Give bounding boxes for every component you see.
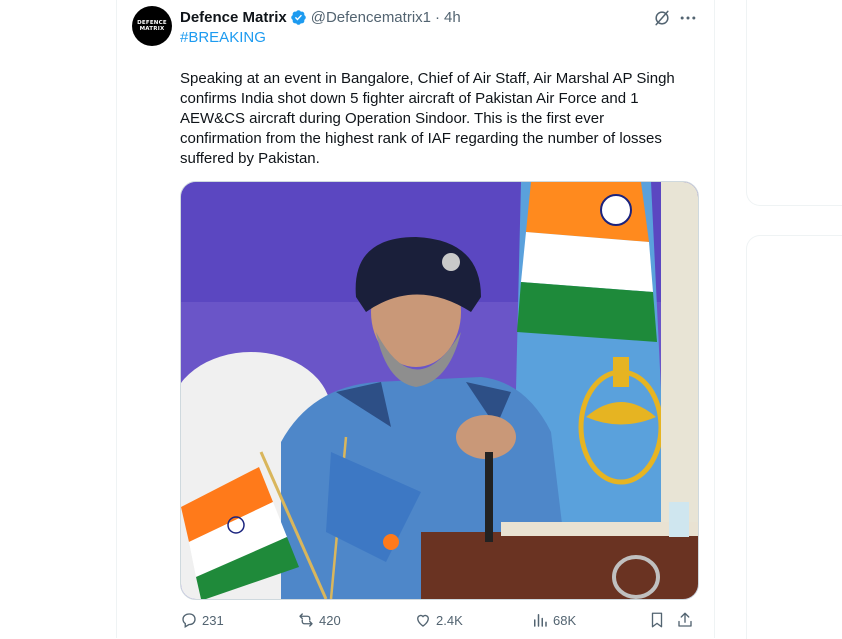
like-icon	[417, 614, 429, 627]
bookmark-icon	[651, 612, 663, 628]
share-icon	[678, 612, 692, 627]
views-button[interactable]: 68K	[531, 606, 576, 634]
timeline-border-left	[116, 0, 117, 638]
tweet-text: Speaking at an event in Bangalore, Chief…	[180, 70, 675, 167]
repost-button[interactable]: 420	[297, 606, 341, 634]
sidebar-card-bottom	[746, 235, 842, 639]
avatar-logo-text: DEFENCE MATRIX	[137, 20, 167, 32]
reply-count: 231	[202, 612, 224, 628]
timeline-border-right	[714, 0, 715, 638]
tweet-actions: 231 420 2.4K 68K	[180, 606, 700, 634]
tweet-header: Defence Matrix @Defencematrix1 · 4h	[180, 7, 461, 27]
author-handle[interactable]: @Defencematrix1	[311, 9, 431, 26]
reply-button[interactable]: 231	[180, 606, 224, 634]
hashtag-link[interactable]: #BREAKING	[180, 29, 266, 46]
sidebar-card-top	[746, 0, 842, 206]
timestamp[interactable]: 4h	[444, 9, 461, 26]
author-name[interactable]: Defence Matrix	[180, 9, 287, 26]
verified-badge-icon	[290, 9, 306, 25]
like-count: 2.4K	[436, 612, 463, 628]
views-count: 68K	[553, 612, 577, 628]
repost-count: 420	[319, 612, 341, 628]
views-icon	[534, 614, 547, 627]
tweet-photo[interactable]	[180, 181, 699, 600]
grok-icon[interactable]	[652, 8, 672, 28]
like-button[interactable]: 2.4K	[414, 606, 463, 634]
photo-illustration	[181, 182, 698, 599]
repost-icon	[299, 613, 313, 627]
reply-icon	[182, 613, 196, 628]
bookmark-button[interactable]	[648, 606, 670, 634]
share-button[interactable]	[676, 606, 698, 634]
more-icon[interactable]	[678, 8, 698, 28]
avatar[interactable]: DEFENCE MATRIX	[132, 6, 172, 46]
separator-dot: ·	[435, 8, 440, 26]
